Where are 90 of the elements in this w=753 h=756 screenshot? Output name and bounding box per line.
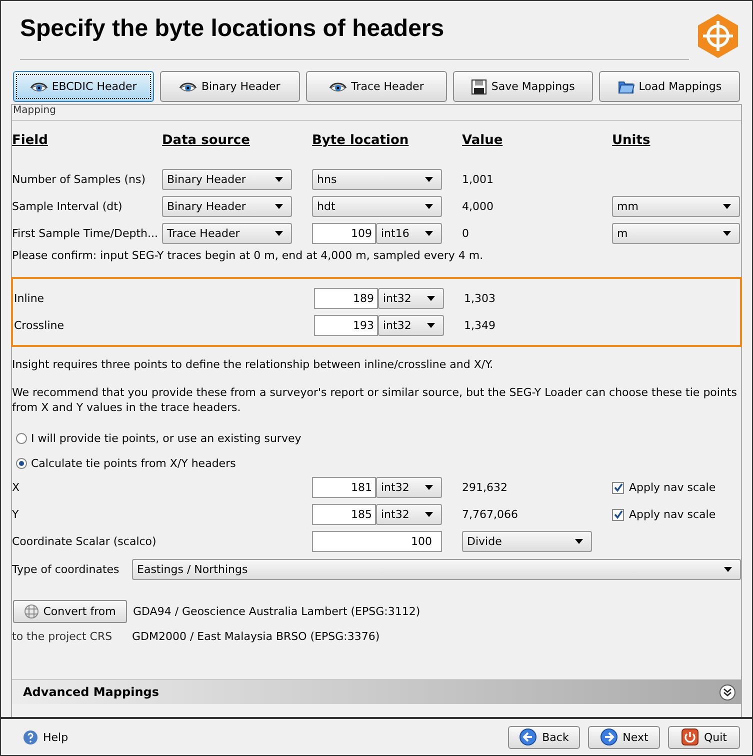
- column-header: Value: [462, 133, 504, 148]
- caret-icon: [425, 177, 433, 182]
- value-text: 4,000: [462, 200, 494, 213]
- nav-button[interactable]: Quit: [668, 726, 740, 748]
- caret-icon: [275, 204, 283, 209]
- field-label: Crossline: [14, 319, 66, 332]
- field-label: to the project CRS: [12, 630, 114, 642]
- info-text: Insight requires three points to define the relationship between inline/crossline and X/Y.: [12, 357, 494, 372]
- data-type-dropdown[interactable]: int32: [376, 477, 442, 498]
- header-tab-button[interactable]: EBCDIC Header: [13, 71, 154, 102]
- value-text: 291,632: [462, 481, 508, 494]
- column-header: Data source: [162, 133, 251, 148]
- data-type-dropdown[interactable]: int32: [376, 504, 442, 525]
- column-header: Byte location: [312, 133, 410, 148]
- byte-location-field[interactable]: 181: [312, 477, 376, 498]
- value-text: 7,767,066: [462, 508, 519, 521]
- checkmark-icon: [614, 510, 622, 519]
- panel-title: Mapping: [12, 105, 741, 121]
- caret-icon: [275, 231, 283, 236]
- byte-location-field[interactable]: 185: [312, 504, 376, 525]
- nav-button[interactable]: Back: [508, 726, 580, 748]
- caret-icon: [723, 204, 731, 209]
- checkmark-icon: [614, 483, 622, 492]
- confirm-text: Please confirm: input SEG-Y traces begin at 0 m, end at 4,000 m, sampled every 4 m.: [12, 249, 484, 264]
- column-header: Field: [12, 133, 49, 148]
- caret-icon: [425, 485, 433, 490]
- power-icon: [681, 728, 699, 746]
- byte-location-dropdown[interactable]: hdt: [312, 196, 442, 217]
- grid-globe-icon: [24, 604, 40, 618]
- caret-icon: [724, 566, 732, 572]
- help-link[interactable]: Help: [23, 730, 68, 744]
- data-type-dropdown[interactable]: int32: [378, 315, 444, 336]
- caret-icon: [275, 177, 283, 182]
- byte-location-field[interactable]: 109: [312, 223, 376, 244]
- scalar-mode-dropdown[interactable]: Divide: [462, 531, 592, 552]
- units-dropdown[interactable]: m: [612, 223, 740, 244]
- section-title: Advanced Mappings: [23, 685, 159, 699]
- nav-scale-checkbox[interactable]: Apply nav scale: [612, 481, 741, 494]
- data-source-dropdown[interactable]: Binary Header: [162, 196, 292, 217]
- tie-point-radio[interactable]: I will provide tie points, or use an existing survey: [16, 432, 741, 445]
- value-text: 0: [462, 227, 470, 240]
- convert-from-button[interactable]: Convert from: [13, 600, 127, 622]
- caret-icon: [575, 539, 583, 544]
- data-type-dropdown[interactable]: int16: [376, 223, 442, 244]
- field-label: Y: [12, 508, 20, 521]
- field-label: Inline: [14, 292, 46, 305]
- byte-location-field[interactable]: 193: [314, 315, 378, 336]
- header-tab-button[interactable]: Trace Header: [306, 71, 447, 102]
- header-tab-button[interactable]: Binary Header: [160, 71, 300, 102]
- value-text: 1,349: [464, 319, 496, 332]
- data-source-dropdown[interactable]: Trace Header: [162, 223, 292, 244]
- caret-icon: [427, 296, 435, 301]
- value-text: 1,303: [464, 292, 496, 305]
- crosshair-logo-icon: [696, 13, 740, 59]
- nav-button[interactable]: Next: [588, 726, 660, 748]
- eye-icon: [30, 80, 48, 92]
- caret-icon: [425, 231, 433, 236]
- field-label: Sample Interval (dt): [12, 200, 124, 213]
- scalar-field[interactable]: 100: [312, 531, 442, 552]
- header-tab-button[interactable]: Save Mappings: [452, 71, 594, 102]
- column-header: Units: [612, 133, 652, 148]
- data-source-dropdown[interactable]: Binary Header: [162, 169, 292, 190]
- page-title: Specify the byte locations of headers: [20, 15, 444, 43]
- source-crs-text: GDA94 / Geoscience Australia Lambert (EPSG:3112): [133, 604, 420, 618]
- expand-chevron-icon[interactable]: [719, 684, 736, 700]
- folder-icon: [618, 79, 635, 94]
- tie-point-radio[interactable]: Calculate tie points from X/Y headers: [16, 457, 741, 470]
- caret-icon: [425, 204, 433, 209]
- help-icon: [23, 730, 38, 744]
- project-crs-text: GDM2000 / East Malaysia BRSO (EPSG:3376): [132, 630, 380, 642]
- value-text: 1,001: [462, 173, 494, 186]
- caret-icon: [723, 231, 731, 236]
- eye-icon: [179, 80, 198, 92]
- header-tab-button[interactable]: Load Mappings: [599, 71, 740, 102]
- data-type-dropdown[interactable]: int32: [378, 288, 444, 309]
- coordinate-type-dropdown[interactable]: Eastings / Northings: [132, 558, 741, 580]
- field-label: First Sample Time/Depth...: [12, 227, 160, 240]
- eye-icon: [329, 80, 348, 92]
- caret-icon: [425, 512, 433, 517]
- advanced-mappings-bar[interactable]: Advanced Mappings: [12, 679, 741, 704]
- nav-scale-checkbox[interactable]: Apply nav scale: [612, 508, 741, 521]
- byte-location-dropdown[interactable]: hns: [312, 169, 442, 190]
- field-label: Number of Samples (ns): [12, 173, 147, 186]
- field-label: Coordinate Scalar (scalco): [12, 535, 158, 548]
- field-label: X: [12, 481, 21, 494]
- info-text: We recommend that you provide these from a surveyor's report or similar source, but the SEG-Y Loader can choose these tie points from X and Y values in the trace headers.: [12, 385, 738, 415]
- units-dropdown[interactable]: mm: [612, 196, 740, 217]
- caret-icon: [427, 323, 435, 328]
- byte-location-field[interactable]: 189: [314, 288, 378, 309]
- field-label: Type of coordinates: [12, 562, 120, 576]
